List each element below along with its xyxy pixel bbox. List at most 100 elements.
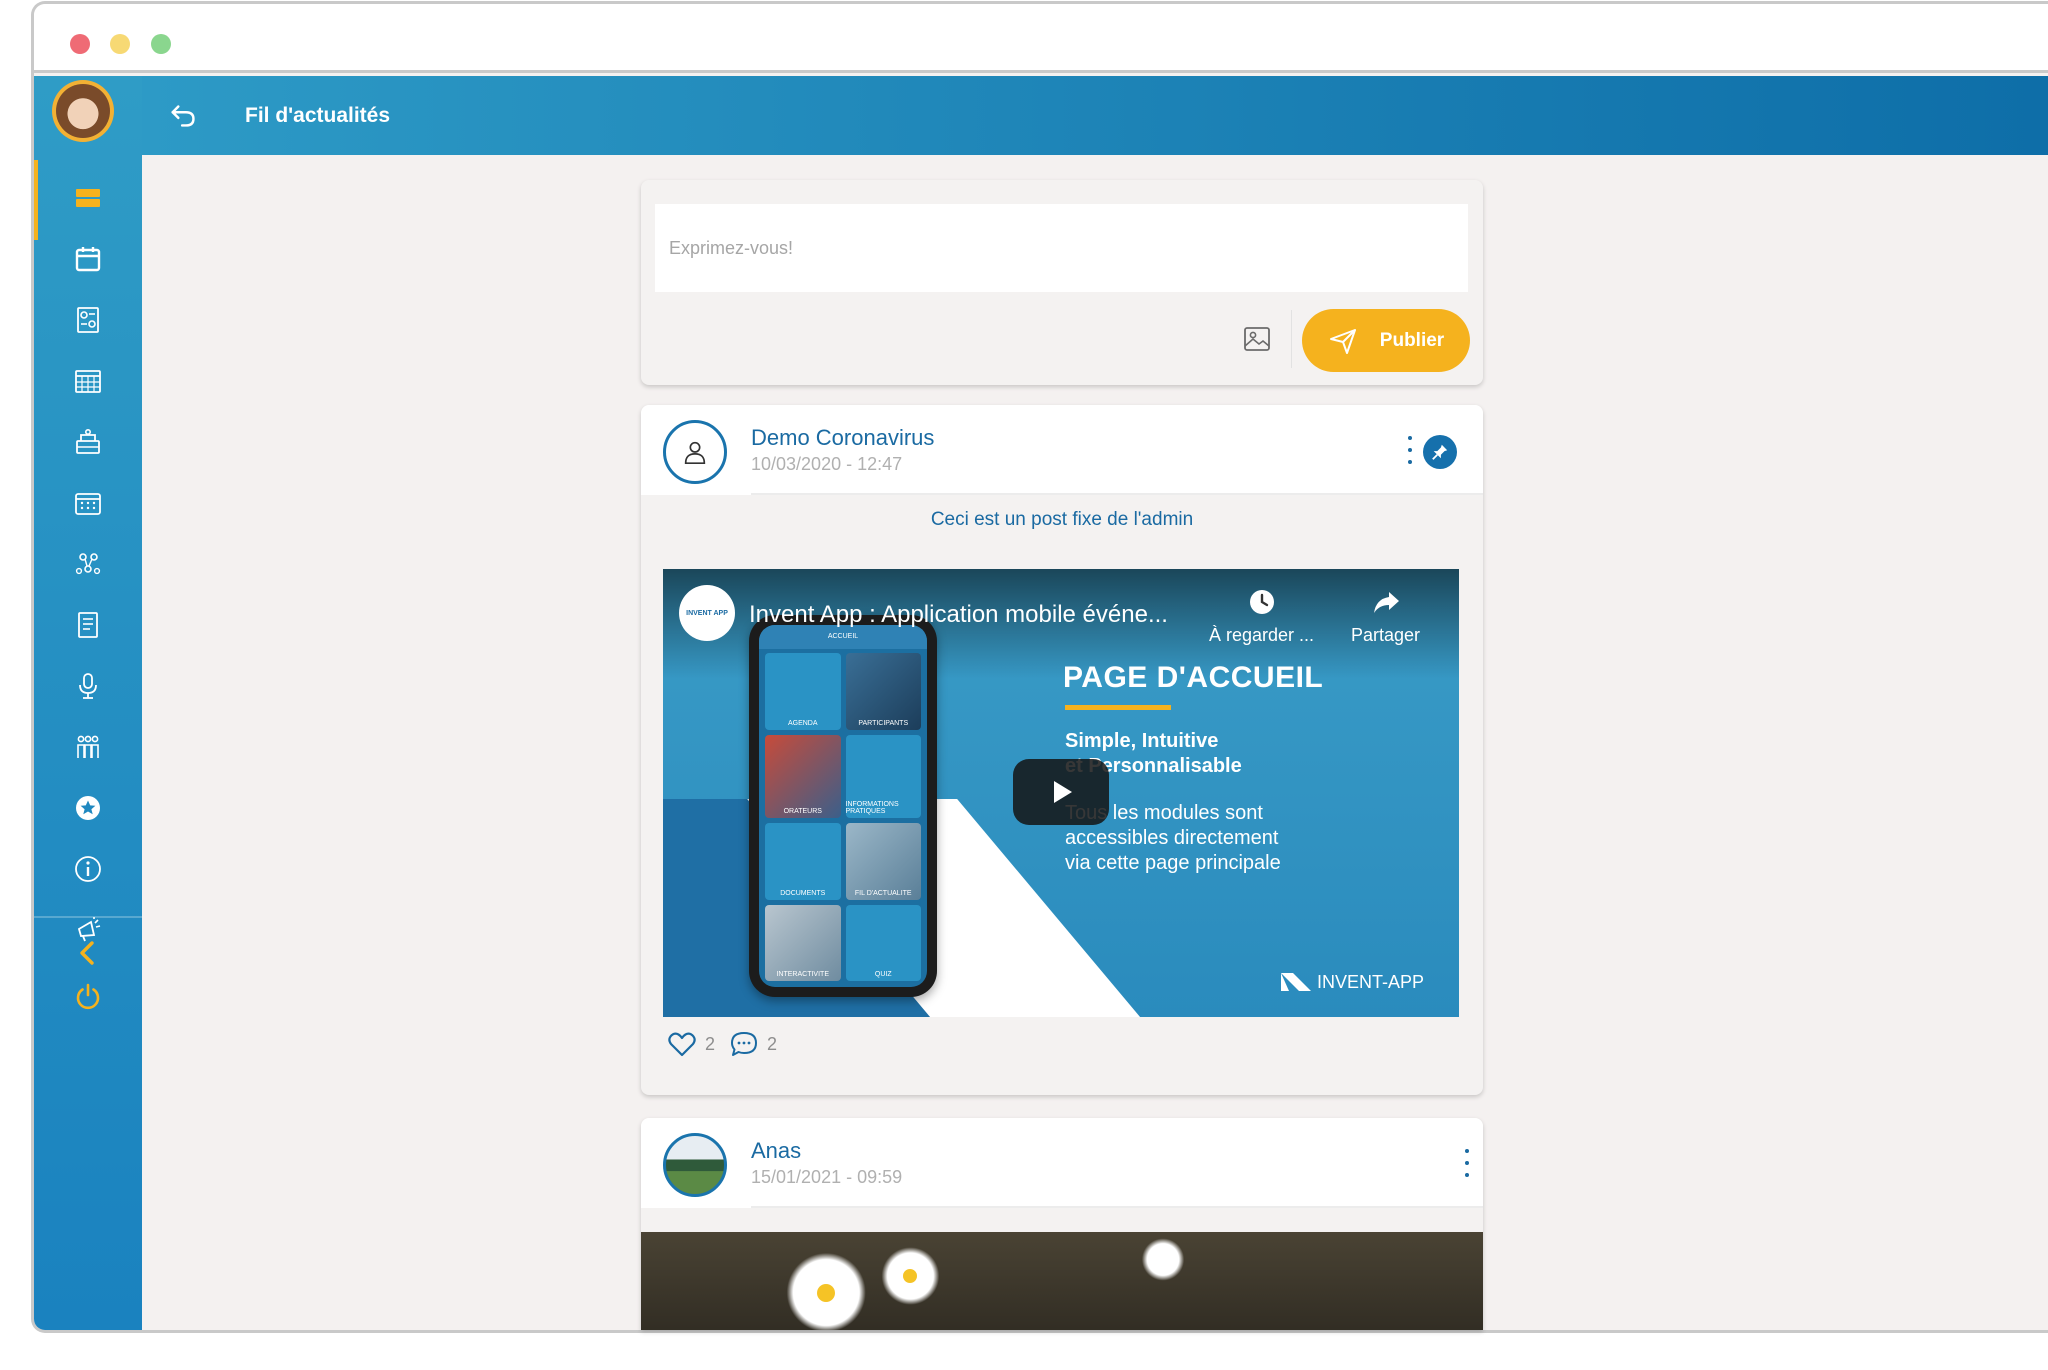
publish-button[interactable]: Publier <box>1302 309 1470 372</box>
sidebar-item-documents[interactable] <box>34 595 142 655</box>
invent-app-logo-icon <box>1281 973 1311 991</box>
add-image-button[interactable] <box>1239 321 1275 357</box>
post-header: Anas 15/01/2021 - 09:59 <box>641 1118 1483 1208</box>
video-description: Tous les modules sont accessibles direct… <box>1065 801 1365 876</box>
power-icon <box>76 983 100 1010</box>
composer-separator <box>1291 310 1292 368</box>
post-input[interactable] <box>655 204 1468 292</box>
video-share-button[interactable]: Partager <box>1351 587 1420 646</box>
sidebar-item-contacts[interactable] <box>34 290 142 350</box>
window-titlebar <box>34 4 2048 73</box>
chevron-left-icon <box>80 941 94 965</box>
sidebar-item-exhibitors[interactable] <box>34 412 142 472</box>
post-author[interactable]: Demo Coronavirus <box>751 425 934 451</box>
document-icon <box>78 612 98 638</box>
post-more-button[interactable] <box>1457 1149 1477 1177</box>
sidebar-item-networking[interactable] <box>34 534 142 594</box>
feed-icon <box>76 189 100 207</box>
post-image[interactable] <box>641 1232 1483 1330</box>
more-dot <box>1408 460 1412 464</box>
phone-tile: AGENDA <box>765 653 841 730</box>
user-avatar[interactable] <box>52 80 114 142</box>
comment-icon <box>731 1032 758 1056</box>
video-watch-later-label: À regarder ... <box>1209 625 1315 645</box>
image-icon <box>1244 327 1270 351</box>
post-composer: Publier <box>641 180 1483 385</box>
video-subheading-line: et Personnalisable <box>1065 755 1242 777</box>
video-embed[interactable]: ACCUEIL AGENDA PARTICIPANTS ORATEURS INF… <box>663 569 1459 1017</box>
phone-tile: INTERACTIVITE <box>765 904 841 981</box>
sidebar-item-news-feed[interactable] <box>34 168 142 228</box>
pin-icon <box>1432 444 1448 460</box>
video-subheading: Simple, Intuitive et Personnalisable <box>1065 729 1365 779</box>
stand-icon <box>76 428 100 454</box>
feed-post: Anas 15/01/2021 - 09:59 <box>641 1118 1483 1330</box>
author-avatar[interactable] <box>663 420 727 484</box>
schedule-grid-icon <box>75 370 101 393</box>
flower-center <box>903 1269 918 1283</box>
phone-tile: PARTICIPANTS <box>845 653 921 730</box>
window-maximize-button[interactable] <box>151 34 171 54</box>
post-text: Ceci est un post fixe de l'admin <box>930 509 1194 530</box>
video-description-line: via cette page principale <box>1065 852 1281 874</box>
video-subheading-line: Simple, Intuitive <box>1065 730 1219 752</box>
like-count: 2 <box>705 1033 716 1054</box>
more-dot <box>1465 1173 1469 1177</box>
post-date: 10/03/2020 - 12:47 <box>751 454 903 474</box>
post-header-rule <box>751 1206 1483 1208</box>
microphone-icon <box>79 673 97 699</box>
post-more-button[interactable] <box>1400 436 1420 464</box>
user-icon <box>684 441 706 465</box>
video-watch-later-button[interactable]: À regarder ... <box>1209 587 1314 646</box>
clock-icon <box>1249 590 1274 614</box>
sidebar-item-speakers[interactable] <box>34 656 142 716</box>
people-icon <box>77 735 99 758</box>
contacts-grid-icon <box>77 307 99 333</box>
agenda-icon <box>75 493 101 515</box>
flower-center <box>817 1283 836 1302</box>
play-icon <box>1054 781 1072 803</box>
info-icon <box>75 856 101 882</box>
post-header-rule <box>751 493 1483 495</box>
sidebar-item-info[interactable] <box>34 839 142 899</box>
video-play-button[interactable] <box>1013 759 1109 825</box>
comment-button[interactable] <box>729 1029 759 1059</box>
video-description-line: Tous les modules sont <box>1065 802 1263 824</box>
back-arrow-icon <box>171 105 195 127</box>
more-dot <box>1408 448 1412 452</box>
video-phone-mockup: ACCUEIL AGENDA PARTICIPANTS ORATEURS INF… <box>749 615 937 997</box>
publish-label: Publier <box>1379 329 1445 351</box>
logout-button[interactable] <box>34 966 142 1026</box>
sidebar-item-schedule[interactable] <box>34 351 142 411</box>
window-close-button[interactable] <box>70 34 90 54</box>
phone-tile: FIL D'ACTUALITE <box>845 823 921 900</box>
video-channel-avatar[interactable]: INVENT APP <box>679 585 735 641</box>
star-icon <box>76 796 100 820</box>
more-dot <box>1408 436 1412 440</box>
window-minimize-button[interactable] <box>110 34 130 54</box>
send-icon <box>1329 328 1356 354</box>
share-icon <box>1373 592 1399 613</box>
like-button[interactable] <box>667 1029 697 1059</box>
video-share-label: Partager <box>1351 625 1421 645</box>
sidebar-item-agenda[interactable] <box>34 473 142 533</box>
feed-post: Demo Coronavirus 10/03/2020 - 12:47 Ceci… <box>641 405 1483 1095</box>
video-heading-underline <box>1065 705 1171 710</box>
video-title[interactable]: Invent App : Application mobile événe... <box>749 601 1168 629</box>
post-date: 15/01/2021 - 09:59 <box>751 1167 903 1187</box>
phone-tile: QUIZ <box>845 904 921 981</box>
user-avatar-photo <box>56 84 110 138</box>
sidebar-item-participants[interactable] <box>34 717 142 777</box>
more-dot <box>1465 1149 1469 1153</box>
phone-tile: ORATEURS <box>765 734 841 818</box>
sidebar-item-favorites[interactable] <box>34 778 142 838</box>
sidebar-item-calendar[interactable] <box>34 229 142 289</box>
author-avatar[interactable] <box>663 1133 727 1197</box>
network-icon <box>75 553 101 575</box>
phone-screen: ACCUEIL AGENDA PARTICIPANTS ORATEURS INF… <box>759 625 927 987</box>
phone-tile: DOCUMENTS <box>765 823 841 900</box>
back-button[interactable] <box>166 98 202 134</box>
page-header: Fil d'actualités <box>142 76 2048 155</box>
video-description-line: accessibles directement <box>1065 827 1279 849</box>
post-author[interactable]: Anas <box>751 1138 801 1164</box>
